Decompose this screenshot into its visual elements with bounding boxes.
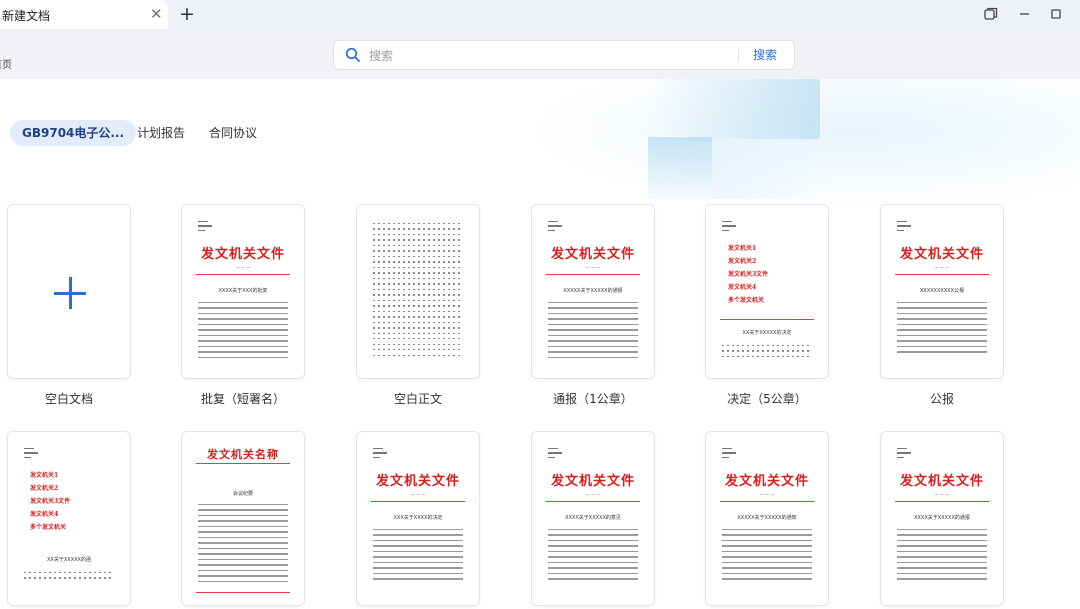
doc-body-lines bbox=[722, 345, 812, 361]
template-thumbnail[interactable]: 发文机关1 发文机关2 发文机关3文件 发文机关4 多个发文机关 XX关于XXX… bbox=[705, 204, 829, 379]
template-label: 通报（1公章） bbox=[553, 392, 633, 406]
doc-red-rule bbox=[196, 274, 290, 275]
search-divider bbox=[738, 48, 739, 62]
doc-red-rule bbox=[371, 501, 465, 502]
doc-heading: XX关于XXXXX的决定 bbox=[742, 330, 792, 336]
doc-header-lines bbox=[722, 221, 736, 234]
tab-gb9704[interactable]: GB9704电子公... bbox=[10, 120, 137, 146]
doc-heading: XX关于XXXXX的函 bbox=[47, 557, 91, 563]
doc-header-lines bbox=[548, 221, 562, 234]
doc-number: — — — bbox=[235, 265, 251, 270]
template-label: 决定（5公章） bbox=[727, 392, 807, 406]
search-icon bbox=[345, 47, 360, 62]
doc-multi-issuer: 发文机关1 发文机关2 发文机关3文件 发文机关4 多个发文机关 bbox=[30, 472, 71, 531]
template-thumbnail[interactable] bbox=[356, 204, 480, 379]
doc-number: — — — bbox=[585, 492, 601, 497]
template-thumbnail[interactable]: 发文机关文件 — — — XXXX关于XXX的批复 bbox=[181, 204, 305, 379]
doc-header-lines bbox=[24, 448, 38, 461]
doc-red-rule bbox=[196, 592, 290, 593]
document-tab[interactable]: 新建文档 ✕ bbox=[0, 0, 168, 29]
doc-header-lines bbox=[722, 448, 736, 461]
doc-heading: XXXXX关于XXXXX的通知 bbox=[737, 515, 797, 521]
doc-red-title: 发文机关文件 bbox=[899, 247, 984, 262]
doc-red-rule bbox=[546, 501, 640, 502]
doc-body-lines bbox=[373, 529, 463, 584]
home-link[interactable]: 首页 bbox=[0, 56, 12, 71]
doc-red-title: 发文机关文件 bbox=[899, 474, 984, 489]
template-thumbnail[interactable]: 发文机关文件 — — — XXX关于XXXX的决定 bbox=[356, 431, 480, 606]
doc-body-lines bbox=[548, 529, 638, 584]
template-thumbnail[interactable]: 发文机关1 发文机关2 发文机关3文件 发文机关4 多个发文机关 XX关于XXX… bbox=[7, 431, 131, 606]
doc-number: — — — bbox=[585, 265, 601, 270]
template-thumbnail[interactable]: 发文机关名称 会议纪要 bbox=[181, 431, 305, 606]
template-gallery: GB9704电子公... 计划报告 合同协议 空白文档 发文机关文件 — — —… bbox=[0, 79, 1080, 609]
search-box: 搜索 bbox=[333, 40, 795, 70]
banner-decoration bbox=[650, 79, 820, 139]
doc-header-lines bbox=[373, 448, 387, 461]
maximize-window-icon[interactable] bbox=[1048, 6, 1064, 22]
template-thumbnail[interactable]: 发文机关文件 — — — XXXXX关于XXXXX的通报 bbox=[531, 204, 655, 379]
doc-red-title: 发文机关文件 bbox=[724, 474, 809, 489]
doc-body-lines bbox=[897, 529, 987, 584]
doc-body-lines bbox=[548, 302, 638, 362]
doc-number: — — — bbox=[934, 265, 950, 270]
doc-red-rule bbox=[196, 463, 290, 464]
plus-icon bbox=[54, 277, 86, 309]
template-label: 批复（短署名） bbox=[200, 392, 285, 406]
tab-title: 新建文档 bbox=[2, 9, 51, 23]
doc-red-title: 发文机关文件 bbox=[550, 247, 635, 262]
doc-number: — — — bbox=[934, 492, 950, 497]
doc-red-rule bbox=[895, 274, 989, 275]
doc-header-lines bbox=[897, 448, 911, 461]
template-thumbnail[interactable]: 发文机关文件 — — — XXXXXXXXXX公报 bbox=[880, 204, 1004, 379]
doc-body-lines bbox=[198, 302, 288, 362]
doc-heading: 会议纪要 bbox=[232, 491, 253, 497]
doc-body-lines bbox=[24, 572, 114, 583]
toolbar: 首页 搜索 bbox=[0, 29, 1080, 79]
doc-heading: XXX关于XXXX的决定 bbox=[393, 515, 443, 521]
doc-heading: XXXXX关于XXXXX的通报 bbox=[563, 288, 623, 294]
doc-body-lines bbox=[373, 223, 463, 360]
banner-decoration bbox=[648, 137, 712, 199]
doc-multi-issuer: 发文机关1 发文机关2 发文机关3文件 发文机关4 多个发文机关 bbox=[728, 245, 769, 304]
doc-red-rule bbox=[720, 501, 814, 502]
template-thumbnail[interactable]: 发文机关文件 — — — XXXXX关于XXXXX的通知 bbox=[705, 431, 829, 606]
doc-heading: XXXXXXXXXX公报 bbox=[919, 288, 965, 294]
doc-heading: XXXX关于XXXXX的意见 bbox=[565, 515, 621, 521]
doc-red-rule bbox=[895, 501, 989, 502]
doc-body-lines bbox=[722, 529, 812, 584]
doc-number: — — — bbox=[759, 492, 775, 497]
template-thumbnail[interactable]: 发文机关文件 — — — XXXX关于XXXXX的意见 bbox=[531, 431, 655, 606]
template-label: 公报 bbox=[929, 392, 954, 406]
tab-plan-report[interactable]: 计划报告 bbox=[137, 120, 185, 146]
title-bar: 新建文档 ✕ + bbox=[0, 0, 1080, 29]
doc-body-lines bbox=[198, 504, 288, 586]
doc-red-rule bbox=[546, 274, 640, 275]
doc-number: — — — bbox=[410, 492, 426, 497]
tab-contract[interactable]: 合同协议 bbox=[209, 120, 257, 146]
doc-header-lines bbox=[897, 221, 911, 234]
doc-red-title: 发文机关文件 bbox=[375, 474, 460, 489]
banner-decoration bbox=[712, 139, 832, 199]
doc-header-lines bbox=[548, 448, 562, 461]
template-thumbnail[interactable] bbox=[7, 204, 131, 379]
minimize-window-icon[interactable] bbox=[1017, 6, 1033, 22]
template-label: 空白文档 bbox=[44, 392, 93, 406]
doc-header-lines bbox=[198, 221, 212, 234]
close-tab-icon[interactable]: ✕ bbox=[150, 5, 163, 23]
search-input[interactable] bbox=[367, 45, 731, 67]
doc-red-title: 发文机关名称 bbox=[207, 448, 279, 461]
doc-red-title: 发文机关文件 bbox=[200, 247, 285, 262]
template-thumbnail[interactable]: 发文机关文件 — — — XXXX关于XXXXX的通报 bbox=[880, 431, 1004, 606]
search-button[interactable]: 搜索 bbox=[753, 46, 777, 63]
doc-red-title: 发文机关文件 bbox=[550, 474, 635, 489]
doc-body-lines bbox=[897, 302, 987, 357]
restore-window-icon[interactable] bbox=[983, 6, 999, 22]
doc-heading: XXXX关于XXXXX的通报 bbox=[914, 515, 970, 521]
doc-heading: XXXX关于XXX的批复 bbox=[218, 288, 268, 294]
template-label: 空白正文 bbox=[393, 392, 442, 406]
doc-red-rule bbox=[720, 319, 814, 320]
new-tab-icon[interactable]: + bbox=[179, 3, 195, 25]
